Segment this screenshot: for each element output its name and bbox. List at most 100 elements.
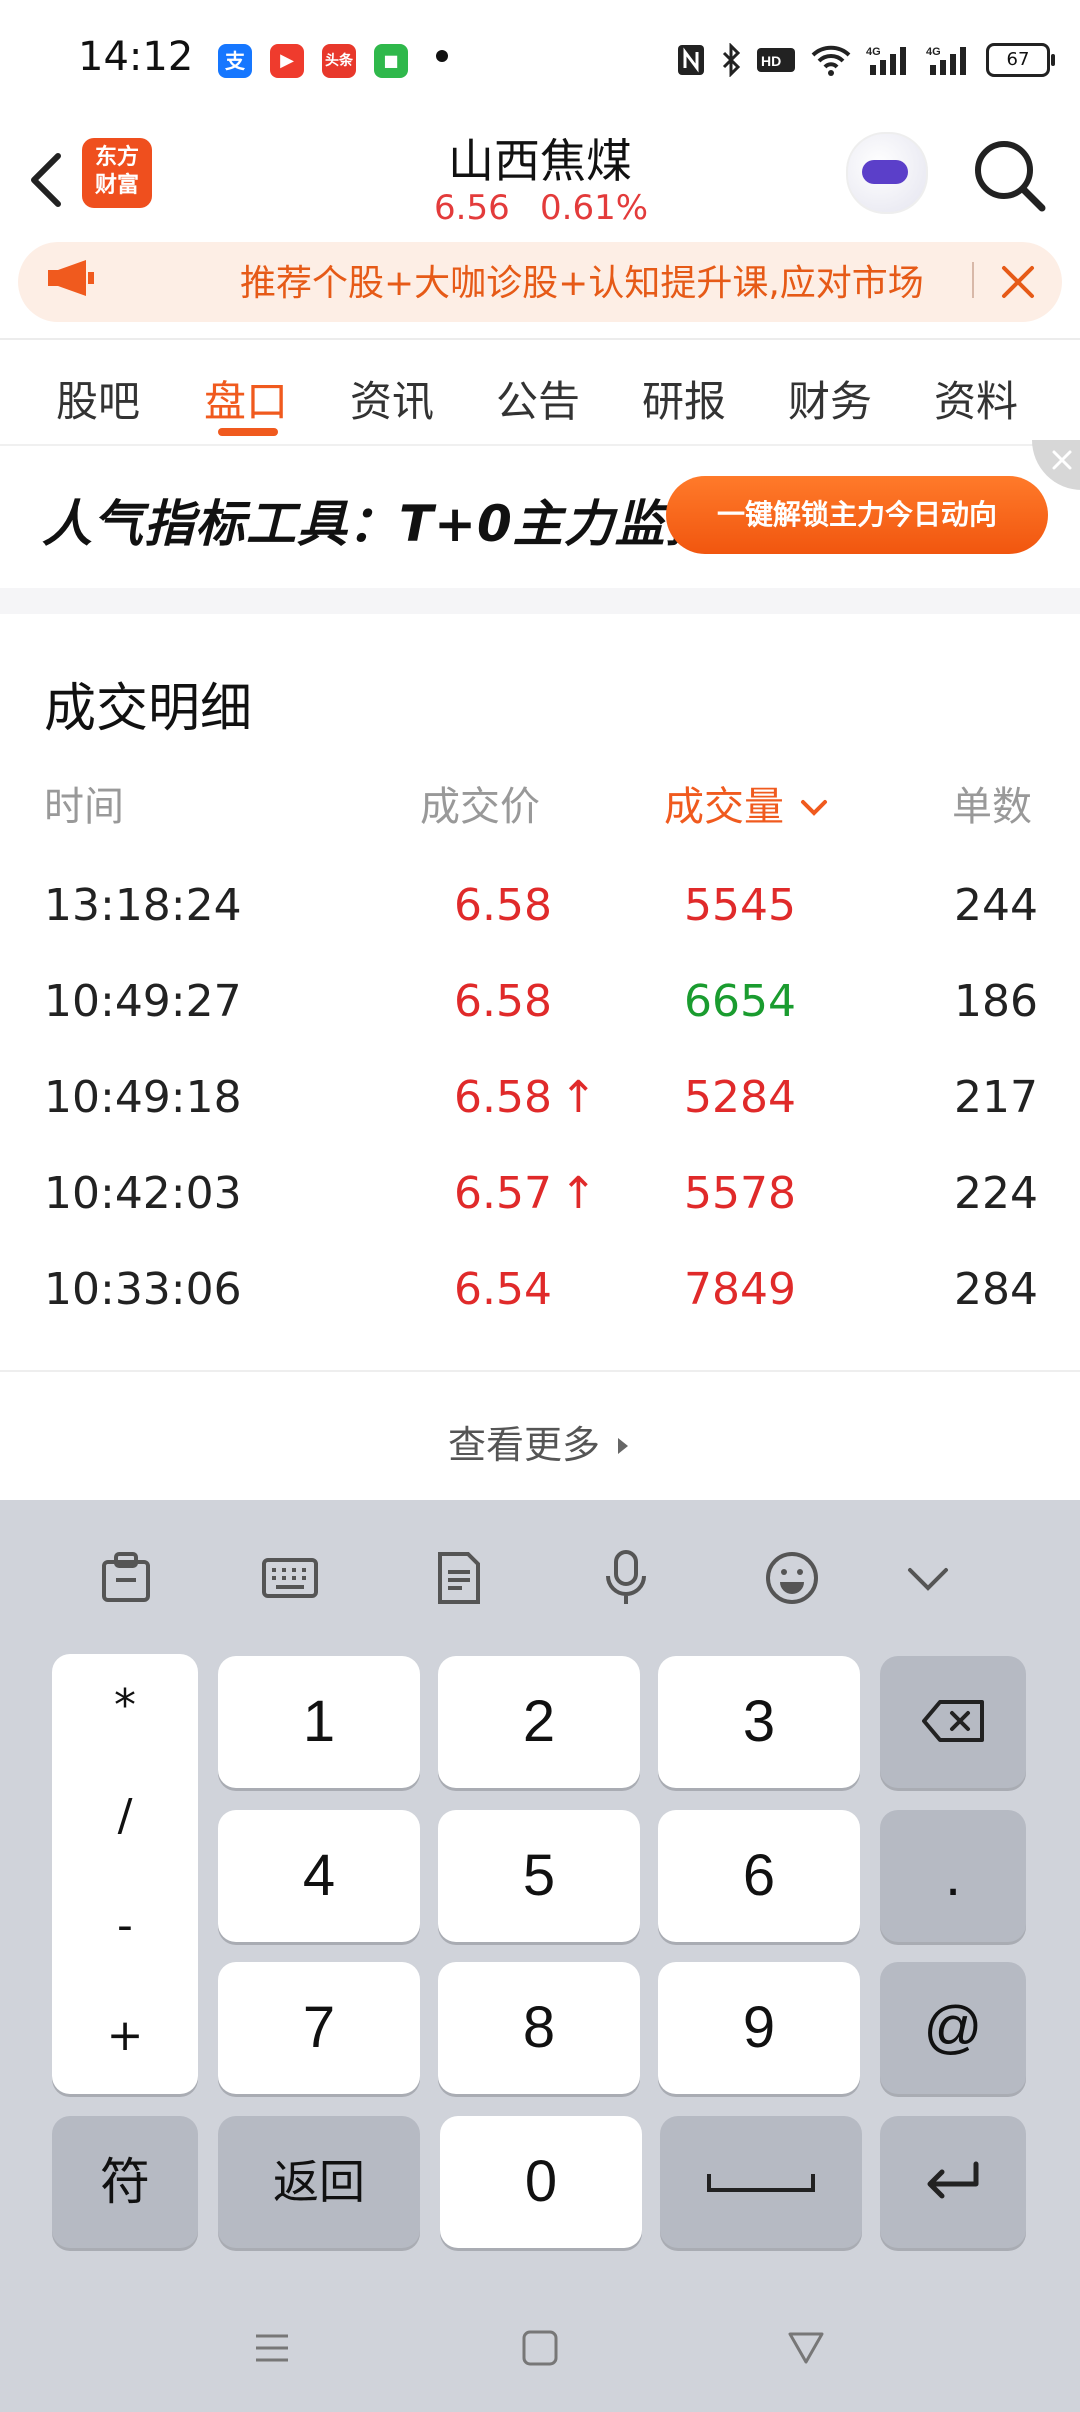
home-icon[interactable]: [520, 2328, 560, 2368]
ad-unlock-button[interactable]: 一键解锁主力今日动向: [666, 476, 1048, 554]
tab-guba[interactable]: 股吧: [56, 368, 140, 429]
tabs-bottom-divider: [0, 444, 1080, 446]
trade-price: 6.54: [454, 1264, 552, 1315]
key-6[interactable]: 6: [658, 1810, 860, 1942]
key-2[interactable]: 2: [438, 1656, 640, 1788]
caret-right-icon: [618, 1438, 629, 1454]
svg-text:HD: HD: [761, 53, 781, 69]
tab-news[interactable]: 资讯: [350, 368, 434, 429]
header-price[interactable]: 成交价: [420, 774, 540, 832]
key-7[interactable]: 7: [218, 1962, 420, 2094]
video-icon: ▶: [270, 44, 304, 78]
enter-key[interactable]: [880, 2116, 1026, 2248]
wifi-icon: [811, 45, 851, 76]
signal-icon-2: 4G: [926, 46, 966, 75]
trade-count: 217: [954, 1072, 1038, 1123]
key-asterisk[interactable]: *: [52, 1680, 198, 1731]
trade-volume: 6654: [684, 976, 796, 1027]
key-plus[interactable]: +: [52, 2010, 198, 2061]
back-triangle-icon[interactable]: [786, 2328, 826, 2368]
trade-count: 284: [954, 1264, 1038, 1315]
trade-time: 10:33:06: [44, 1264, 242, 1315]
key-5[interactable]: 5: [438, 1810, 640, 1942]
keyboard-icon[interactable]: [260, 1548, 320, 1608]
trade-count: 224: [954, 1168, 1038, 1219]
signal-icon: 4G: [866, 46, 906, 75]
emoji-icon[interactable]: [762, 1548, 822, 1608]
key-minus[interactable]: -: [52, 1900, 198, 1951]
svg-text:4G: 4G: [926, 46, 941, 58]
trade-price: 6.58: [454, 976, 552, 1027]
at-key[interactable]: @: [880, 1962, 1026, 2094]
trade-count: 244: [954, 880, 1038, 931]
stock-price: 6.56: [434, 188, 510, 228]
toutiao-icon: 头条: [322, 44, 356, 78]
battery-indicator: 67: [986, 43, 1055, 77]
trade-volume: 5578: [684, 1168, 796, 1219]
section-title: 成交明细: [44, 679, 253, 739]
tab-announcements[interactable]: 公告: [496, 368, 580, 429]
ad-headline[interactable]: 人气指标工具：T+0主力监控: [42, 484, 717, 556]
price-up-arrow-icon: ↑: [560, 1072, 597, 1123]
clipboard-icon[interactable]: [96, 1548, 156, 1608]
status-icons: HD 4G 4G 67: [676, 38, 1055, 82]
header-volume[interactable]: 成交量: [664, 774, 831, 832]
close-icon: [1052, 450, 1072, 470]
sort-chevron-down-icon: [800, 800, 827, 816]
trade-volume: 7849: [684, 1264, 796, 1315]
dot-key[interactable]: .: [880, 1810, 1026, 1942]
search-icon[interactable]: [970, 136, 1050, 216]
robot-face-icon: [862, 160, 908, 184]
space-icon: [707, 2174, 815, 2192]
trade-time: 10:49:18: [44, 1072, 242, 1123]
menu-icon[interactable]: [252, 2328, 292, 2368]
microphone-icon[interactable]: [596, 1548, 656, 1608]
notification-dot-icon: [436, 50, 448, 62]
key-1[interactable]: 1: [218, 1656, 420, 1788]
key-4[interactable]: 4: [218, 1810, 420, 1942]
tab-pankou[interactable]: 盘口: [204, 368, 288, 429]
header-time[interactable]: 时间: [44, 774, 124, 832]
backspace-icon: [922, 1700, 984, 1742]
svg-text:4G: 4G: [866, 46, 881, 58]
document-icon[interactable]: [428, 1548, 488, 1608]
enter-icon: [927, 2161, 979, 2199]
trade-price: 6.58: [454, 1072, 552, 1123]
alipay-icon: 支: [218, 44, 252, 78]
hd-icon: HD: [757, 48, 795, 72]
detail-divider: [0, 1370, 1080, 1372]
tab-profile[interactable]: 资料: [934, 368, 1018, 429]
backspace-key[interactable]: [880, 1656, 1026, 1788]
key-9[interactable]: 9: [658, 1962, 860, 2094]
header-count[interactable]: 单数: [952, 774, 1032, 832]
space-key[interactable]: [660, 2116, 862, 2248]
symbols-key[interactable]: 符: [52, 2116, 198, 2248]
active-tab-indicator: [218, 428, 278, 436]
key-0[interactable]: 0: [440, 2116, 642, 2248]
view-more-label: 查看更多: [447, 1423, 600, 1467]
trade-time: 10:49:27: [44, 976, 242, 1027]
key-slash[interactable]: /: [52, 1790, 198, 1841]
key-3[interactable]: 3: [658, 1656, 860, 1788]
trade-volume: 5545: [684, 880, 796, 931]
trade-count: 186: [954, 976, 1038, 1027]
tab-research[interactable]: 研报: [642, 368, 726, 429]
chat-icon: ■: [374, 44, 408, 78]
trade-price: 6.57: [454, 1168, 552, 1219]
trade-volume: 5284: [684, 1072, 796, 1123]
tabs-top-divider: [0, 338, 1080, 340]
close-icon[interactable]: [990, 254, 1046, 310]
trade-time: 10:42:03: [44, 1168, 242, 1219]
key-8[interactable]: 8: [438, 1962, 640, 2094]
ad-close-button[interactable]: [1032, 440, 1080, 490]
collapse-chevron-down-icon[interactable]: [898, 1548, 958, 1608]
back-key[interactable]: 返回: [218, 2116, 420, 2248]
trade-price: 6.58: [454, 880, 552, 931]
bluetooth-icon: [722, 43, 741, 77]
megaphone-icon: [48, 260, 94, 296]
nfc-icon: [678, 45, 704, 75]
banner-separator: [972, 262, 974, 298]
view-more-link[interactable]: 查看更多: [0, 1414, 1080, 1469]
banner-text[interactable]: 推荐个股+大咖诊股+认知提升课,应对市场: [240, 254, 960, 306]
tab-finance[interactable]: 财务: [788, 368, 872, 429]
